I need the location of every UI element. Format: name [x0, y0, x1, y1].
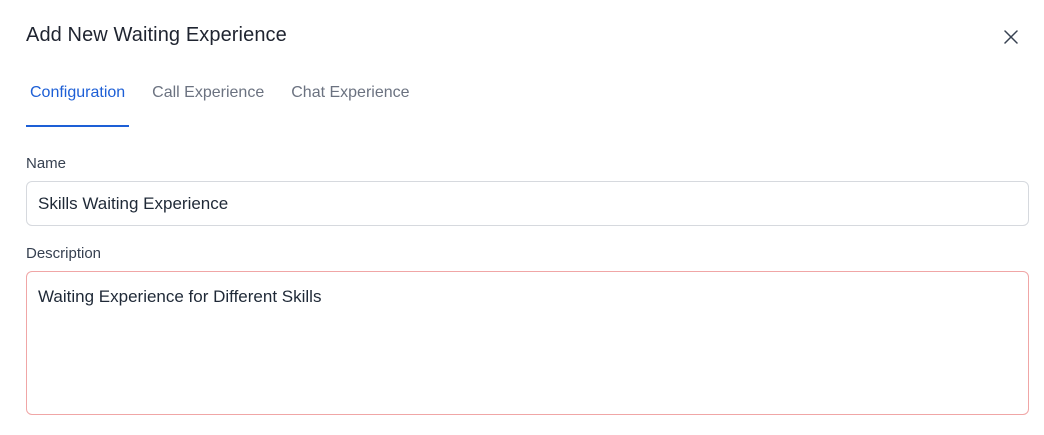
active-tab-indicator: [26, 125, 130, 127]
close-icon: [1004, 30, 1018, 44]
add-waiting-experience-dialog: Add New Waiting Experience Configuration…: [0, 0, 1044, 435]
tab-bar: Configuration Call Experience Chat Exper…: [26, 80, 433, 128]
tab-configuration[interactable]: Configuration: [26, 80, 130, 127]
dialog-title: Add New Waiting Experience: [26, 24, 287, 46]
tab-chat-experience[interactable]: Chat Experience: [287, 80, 413, 122]
tab-label: Configuration: [30, 84, 126, 101]
description-textarea[interactable]: Waiting Experience for Different Skills: [26, 271, 1029, 415]
tab-call-experience[interactable]: Call Experience: [148, 80, 268, 122]
name-label: Name: [26, 155, 67, 172]
name-input[interactable]: Skills Waiting Experience: [26, 181, 1029, 226]
tab-label: Chat Experience: [291, 84, 410, 101]
description-label: Description: [26, 245, 102, 262]
close-button[interactable]: [999, 25, 1023, 49]
tab-label: Call Experience: [152, 84, 265, 101]
